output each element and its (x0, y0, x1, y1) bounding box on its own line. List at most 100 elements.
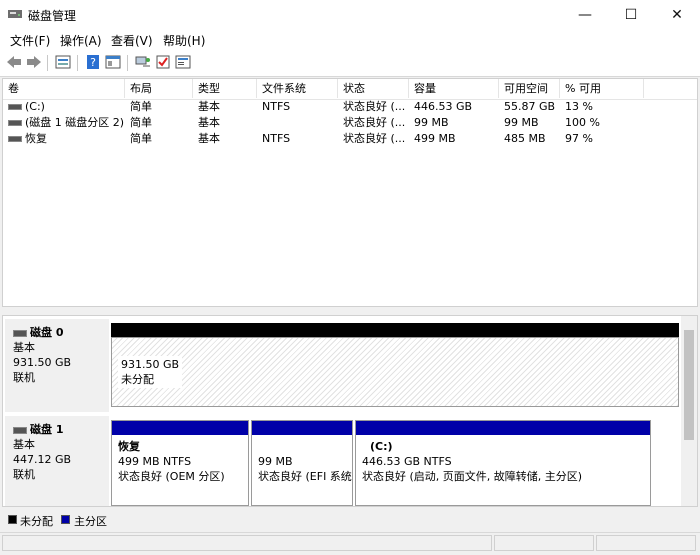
close-button[interactable]: ✕ (654, 0, 700, 30)
volume-name: 恢复 (25, 132, 47, 145)
title-bar: 磁盘管理 — ☐ ✕ (0, 0, 700, 30)
settings-icon[interactable] (174, 54, 192, 70)
menu-view[interactable]: 查看(V) (111, 32, 153, 49)
disk-list-icon[interactable] (54, 54, 72, 70)
connect-icon[interactable] (134, 54, 152, 70)
forward-icon[interactable] (25, 54, 43, 70)
legend: 未分配 主分区 (0, 510, 700, 530)
disk-0-label[interactable]: 磁盘 0 基本 931.50 GB 联机 (5, 319, 109, 412)
capacity-cell: 446.53 GB (414, 100, 473, 113)
toolbar-separator (47, 55, 48, 71)
partition-status: 状态良好 (EFI 系统 (258, 470, 352, 483)
menu-action[interactable]: 操作(A) (60, 32, 102, 49)
partition-info: 恢复 499 MB NTFS 状态良好 (OEM 分区) (112, 435, 248, 505)
volume-list: 卷 布局 类型 文件系统 状态 容量 可用空间 % 可用 (C:) 简单 基本 … (2, 78, 698, 307)
column-header-status[interactable]: 状态 (338, 79, 409, 98)
disk-icon (13, 329, 27, 337)
column-header-percent-free[interactable]: % 可用 (560, 79, 644, 98)
table-row[interactable]: 恢复 简单 基本 NTFS 状态良好 (... 499 MB 485 MB 97… (3, 131, 697, 147)
primary-swatch (61, 515, 70, 524)
status-cell (596, 535, 696, 551)
help-icon[interactable]: ? (84, 54, 102, 70)
volume-icon (8, 104, 22, 110)
disk-0-name: 磁盘 0 (30, 326, 64, 339)
status-cell: 状态良好 (... (343, 116, 406, 129)
column-header-capacity[interactable]: 容量 (409, 79, 499, 98)
menu-file[interactable]: 文件(F) (10, 32, 50, 49)
disk-management-app-icon (8, 10, 22, 18)
partition-size: 931.50 GB (121, 358, 180, 371)
toolbar: ? (0, 50, 700, 77)
disk-1-label[interactable]: 磁盘 1 基本 447.12 GB 联机 (5, 416, 109, 506)
status-cell: 状态良好 (... (343, 100, 406, 113)
layout-cell: 简单 (130, 100, 152, 113)
partition-info: (C:) 446.53 GB NTFS 状态良好 (启动, 页面文件, 故障转储… (356, 435, 650, 505)
capacity-cell: 499 MB (414, 132, 456, 145)
menu-help[interactable]: 帮助(H) (163, 32, 205, 49)
free-space-cell: 55.87 GB (504, 100, 556, 113)
disk-icon (13, 426, 27, 434)
back-icon[interactable] (5, 54, 23, 70)
vertical-scrollbar[interactable] (681, 316, 697, 506)
primary-partition-bar (252, 421, 352, 435)
type-cell: 基本 (198, 100, 220, 113)
table-row[interactable]: (磁盘 1 磁盘分区 2) 简单 基本 状态良好 (... 99 MB 99 M… (3, 115, 697, 131)
partition-info: 99 MB 状态良好 (EFI 系统 (252, 435, 352, 505)
column-header-filesystem[interactable]: 文件系统 (257, 79, 338, 98)
capacity-cell: 99 MB (414, 116, 449, 129)
volume-name: (磁盘 1 磁盘分区 2) (25, 116, 125, 129)
volume-name: (C:) (25, 100, 45, 113)
status-cell (2, 535, 492, 551)
disk-1-partition-c[interactable]: (C:) 446.53 GB NTFS 状态良好 (启动, 页面文件, 故障转储… (355, 420, 651, 506)
minimize-button[interactable]: — (562, 0, 608, 30)
partition-status: 未分配 (121, 373, 154, 386)
percent-free-cell: 97 % (565, 132, 593, 145)
disk-1-size: 447.12 GB (13, 453, 72, 466)
filesystem-cell (257, 115, 338, 131)
disk-1-partition-efi[interactable]: 99 MB 状态良好 (EFI 系统 (251, 420, 353, 506)
partition-size: 99 MB (258, 455, 293, 468)
status-bar (0, 532, 700, 555)
status-cell (494, 535, 594, 551)
status-cell: 状态良好 (... (343, 132, 406, 145)
layout-cell: 简单 (130, 132, 152, 145)
maximize-button[interactable]: ☐ (608, 0, 654, 30)
column-header-volume[interactable]: 卷 (3, 79, 125, 98)
disk-0-partition-unallocated[interactable]: 931.50 GB 未分配 (111, 337, 679, 407)
column-header-free-space[interactable]: 可用空间 (499, 79, 560, 98)
volume-cell: 恢复 (3, 131, 125, 147)
disk-0-unallocated-bar (111, 323, 679, 337)
svg-text:?: ? (90, 56, 96, 69)
type-cell: 基本 (198, 116, 220, 129)
partition-status: 状态良好 (启动, 页面文件, 故障转储, 主分区) (362, 470, 583, 483)
volume-cell: (磁盘 1 磁盘分区 2) (3, 115, 125, 131)
partition-size: 446.53 GB NTFS (362, 455, 452, 468)
disk-1-type: 基本 (13, 438, 35, 451)
partition-name: (C:) (370, 440, 393, 453)
volume-icon (8, 120, 22, 126)
check-icon[interactable] (154, 54, 172, 70)
window-title: 磁盘管理 (28, 9, 77, 23)
column-header-layout[interactable]: 布局 (125, 79, 193, 98)
partition-status: 状态良好 (OEM 分区) (118, 470, 225, 483)
partition-name: 恢复 (118, 440, 140, 453)
table-row[interactable]: (C:) 简单 基本 NTFS 状态良好 (... 446.53 GB 55.8… (3, 99, 697, 115)
column-header-type[interactable]: 类型 (193, 79, 257, 98)
menu-bar: 文件(F) 操作(A) 查看(V) 帮助(H) (0, 30, 700, 50)
partition-info: 931.50 GB 未分配 (118, 356, 183, 388)
disk-1-state: 联机 (13, 468, 35, 481)
volume-icon (8, 136, 22, 142)
toolbar-separator (77, 55, 78, 71)
toolbar-separator (127, 55, 128, 71)
free-space-cell: 485 MB (504, 132, 546, 145)
volume-list-header: 卷 布局 类型 文件系统 状态 容量 可用空间 % 可用 (3, 79, 697, 100)
disk-0-type: 基本 (13, 341, 35, 354)
filesystem-cell: NTFS (262, 100, 291, 113)
layout-cell: 简单 (130, 116, 152, 129)
free-space-cell: 99 MB (504, 116, 539, 129)
primary-partition-bar (112, 421, 248, 435)
properties-icon[interactable] (104, 54, 122, 70)
type-cell: 基本 (198, 132, 220, 145)
scrollbar-thumb[interactable] (684, 330, 694, 440)
disk-1-partition-recovery[interactable]: 恢复 499 MB NTFS 状态良好 (OEM 分区) (111, 420, 249, 506)
